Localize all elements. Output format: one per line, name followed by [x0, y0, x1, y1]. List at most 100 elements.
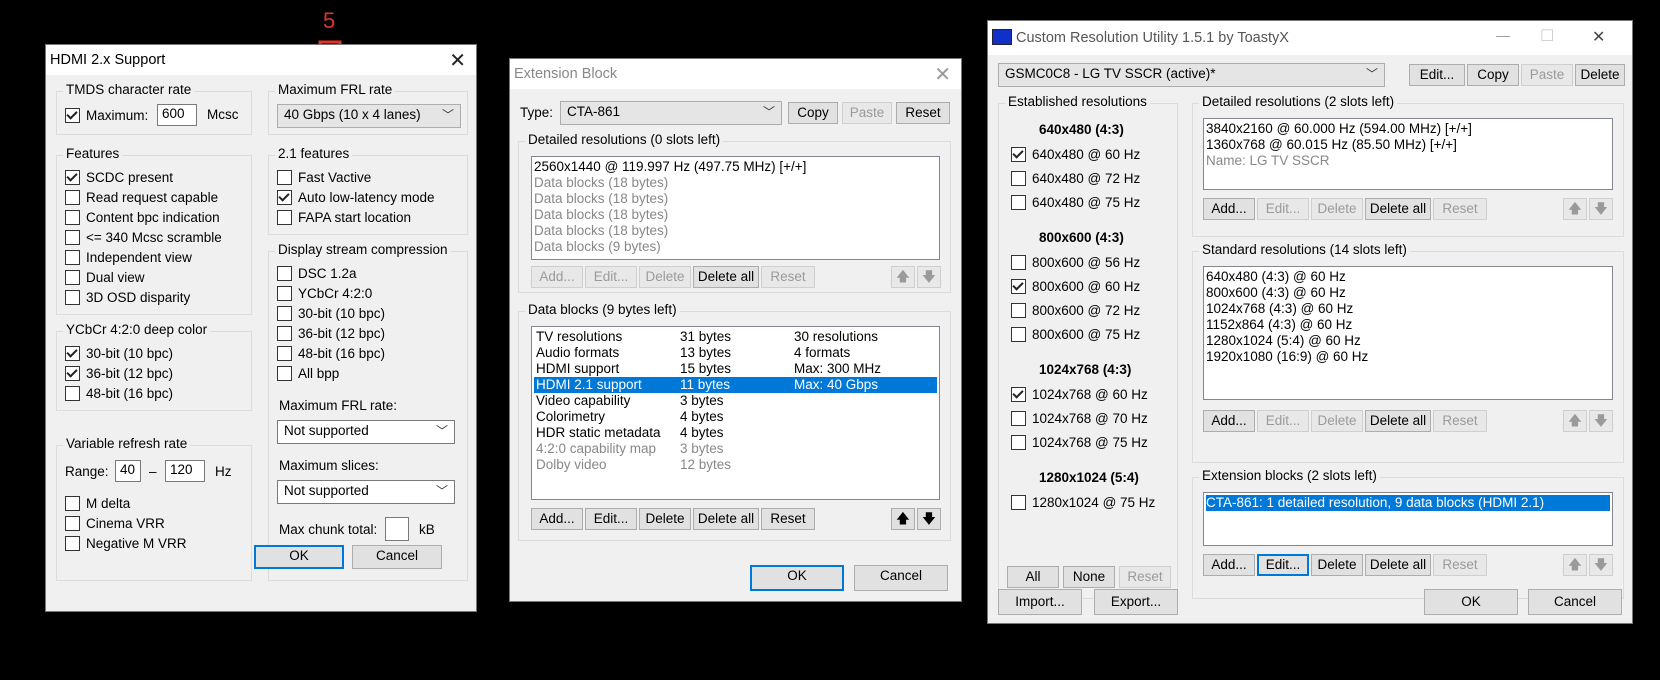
add-button[interactable]: Add...: [1203, 198, 1255, 220]
move-down-button[interactable]: 🡇: [917, 266, 941, 288]
list-item[interactable]: 800x600 (4:3) @ 60 Hz: [1206, 285, 1610, 301]
edit-button[interactable]: Edit...: [585, 266, 637, 288]
move-up-button[interactable]: 🡅: [891, 266, 915, 288]
resolution-checkbox[interactable]: 640x480 @ 75 Hz: [1011, 193, 1140, 211]
list-item[interactable]: 1024x768 (4:3) @ 60 Hz: [1206, 301, 1610, 317]
resolution-checkbox[interactable]: 1024x768 @ 60 Hz: [1011, 385, 1148, 403]
resolution-checkbox[interactable]: 1280x1024 @ 75 Hz: [1011, 493, 1155, 511]
add-button[interactable]: Add...: [1203, 554, 1255, 576]
option-checkbox[interactable]: Read request capable: [65, 188, 218, 206]
close-icon[interactable]: ✕: [1592, 27, 1605, 47]
option-checkbox[interactable]: 36-bit (12 bpc): [277, 324, 385, 342]
import-button[interactable]: Import...: [998, 589, 1082, 615]
table-row[interactable]: Colorimetry 4 bytes: [534, 409, 937, 425]
maximum-checkbox[interactable]: Maximum:: [65, 106, 148, 124]
resolution-checkbox[interactable]: 1024x768 @ 70 Hz: [1011, 409, 1148, 427]
option-checkbox[interactable]: M delta: [65, 494, 130, 512]
reset-button[interactable]: Reset: [761, 266, 815, 288]
option-checkbox[interactable]: YCbCr 4:2:0: [277, 284, 372, 302]
chunk-input[interactable]: [385, 517, 409, 541]
type-select[interactable]: CTA-861 ﹀: [560, 101, 782, 125]
all-button[interactable]: All: [1007, 566, 1059, 588]
reset-button[interactable]: Reset: [1433, 198, 1487, 220]
delete-all-button[interactable]: Delete all: [1365, 410, 1431, 432]
add-button[interactable]: Add...: [1203, 410, 1255, 432]
delete-all-button[interactable]: Delete all: [693, 508, 759, 530]
minimize-icon[interactable]: —: [1496, 27, 1510, 43]
delete-button[interactable]: Delete: [639, 266, 691, 288]
list-item[interactable]: Data blocks (9 bytes): [534, 239, 937, 255]
resolution-checkbox[interactable]: 1024x768 @ 75 Hz: [1011, 433, 1148, 451]
delete-button[interactable]: Delete: [1311, 554, 1363, 576]
move-down-button[interactable]: 🡇: [1589, 410, 1613, 432]
table-row[interactable]: TV resolutions 31 bytes 30 resolutions: [534, 329, 937, 345]
table-row[interactable]: Dolby video 12 bytes: [534, 457, 937, 473]
option-checkbox[interactable]: <= 340 Mcsc scramble: [65, 228, 222, 246]
table-row[interactable]: HDMI 2.1 support 11 bytes Max: 40 Gbps: [534, 377, 937, 393]
slices-select[interactable]: Not supported ﹀: [277, 480, 455, 504]
list-item[interactable]: Data blocks (18 bytes): [534, 175, 937, 191]
edit-button[interactable]: Edit...: [1257, 198, 1309, 220]
list-item[interactable]: 1360x768 @ 60.015 Hz (85.50 MHz) [+/+]: [1206, 137, 1610, 153]
reset-button[interactable]: Reset: [1433, 410, 1487, 432]
range-min-input[interactable]: 40: [115, 460, 141, 482]
list-item[interactable]: Name: LG TV SSCR: [1206, 153, 1610, 169]
ext-blocks-list[interactable]: CTA-861: 1 detailed resolution, 9 data b…: [1203, 492, 1613, 546]
datablocks-list[interactable]: TV resolutions 31 bytes 30 resolutions Audi…: [531, 326, 940, 500]
delete-all-button[interactable]: Delete all: [693, 266, 759, 288]
list-item[interactable]: 640x480 (4:3) @ 60 Hz: [1206, 269, 1610, 285]
list-item[interactable]: CTA-861: 1 detailed resolution, 9 data b…: [1206, 495, 1610, 511]
option-checkbox[interactable]: DSC 1.2a: [277, 264, 357, 282]
reset-button[interactable]: Reset: [1433, 554, 1487, 576]
edit-button[interactable]: Edit...: [585, 508, 637, 530]
monitor-select[interactable]: GSMC0C8 - LG TV SSCR (active)* ﹀: [998, 63, 1385, 87]
move-up-button[interactable]: 🡅: [1563, 410, 1587, 432]
paste-button[interactable]: Paste: [842, 102, 892, 124]
frl-rate-select[interactable]: 40 Gbps (10 x 4 lanes) ﹀: [277, 104, 461, 128]
table-row[interactable]: 4:2:0 capability map 3 bytes: [534, 441, 937, 457]
option-checkbox[interactable]: Independent view: [65, 248, 192, 266]
edit-button[interactable]: Edit...: [1257, 410, 1309, 432]
option-checkbox[interactable]: Cinema VRR: [65, 514, 165, 532]
resolution-checkbox[interactable]: 800x600 @ 72 Hz: [1011, 301, 1140, 319]
table-row[interactable]: Audio formats 13 bytes 4 formats: [534, 345, 937, 361]
resolution-checkbox[interactable]: 640x480 @ 60 Hz: [1011, 145, 1140, 163]
delete-button[interactable]: Delete: [1311, 410, 1363, 432]
dsc-frl-select[interactable]: Not supported ﹀: [277, 420, 455, 444]
ok-button[interactable]: OK: [254, 545, 344, 569]
option-checkbox[interactable]: 3D OSD disparity: [65, 288, 190, 306]
ext-detailed-list[interactable]: 2560x1440 @ 119.997 Hz (497.75 MHz) [+/+…: [531, 156, 940, 260]
move-up-button[interactable]: 🡅: [1563, 198, 1587, 220]
range-max-input[interactable]: 120: [165, 460, 205, 482]
move-down-button[interactable]: 🡇: [1589, 198, 1613, 220]
cancel-button[interactable]: Cancel: [1528, 589, 1622, 615]
ok-button[interactable]: OK: [750, 565, 844, 591]
delete-button[interactable]: Delete: [1311, 198, 1363, 220]
resolution-checkbox[interactable]: 800x600 @ 75 Hz: [1011, 325, 1140, 343]
maximum-input[interactable]: 600: [157, 104, 197, 126]
reset-button[interactable]: Reset: [896, 102, 950, 124]
delete-all-button[interactable]: Delete all: [1365, 198, 1431, 220]
move-down-button[interactable]: 🡇: [917, 508, 941, 530]
option-checkbox[interactable]: 36-bit (12 bpc): [65, 364, 173, 382]
option-checkbox[interactable]: Content bpc indication: [65, 208, 220, 226]
move-up-button[interactable]: 🡅: [1563, 554, 1587, 576]
option-checkbox[interactable]: 30-bit (10 bpc): [65, 344, 173, 362]
table-row[interactable]: HDR static metadata 4 bytes: [534, 425, 937, 441]
close-icon[interactable]: ✕: [934, 62, 951, 87]
option-checkbox[interactable]: 48-bit (16 bpc): [277, 344, 385, 362]
copy-button[interactable]: Copy: [788, 102, 838, 124]
ok-button[interactable]: OK: [1424, 589, 1518, 615]
none-button[interactable]: None: [1063, 566, 1115, 588]
standard-list[interactable]: 640x480 (4:3) @ 60 Hz 800x600 (4:3) @ 60 …: [1203, 266, 1613, 400]
resolution-checkbox[interactable]: 640x480 @ 72 Hz: [1011, 169, 1140, 187]
delete-button[interactable]: Delete: [639, 508, 691, 530]
cancel-button[interactable]: Cancel: [352, 545, 442, 569]
list-item[interactable]: 1920x1080 (16:9) @ 60 Hz: [1206, 349, 1610, 365]
option-checkbox[interactable]: 30-bit (10 bpc): [277, 304, 385, 322]
table-row[interactable]: HDMI support 15 bytes Max: 300 MHz: [534, 361, 937, 377]
resolution-checkbox[interactable]: 800x600 @ 56 Hz: [1011, 253, 1140, 271]
delete-all-button[interactable]: Delete all: [1365, 554, 1431, 576]
option-checkbox[interactable]: Dual view: [65, 268, 145, 286]
close-icon[interactable]: ✕: [449, 48, 466, 73]
